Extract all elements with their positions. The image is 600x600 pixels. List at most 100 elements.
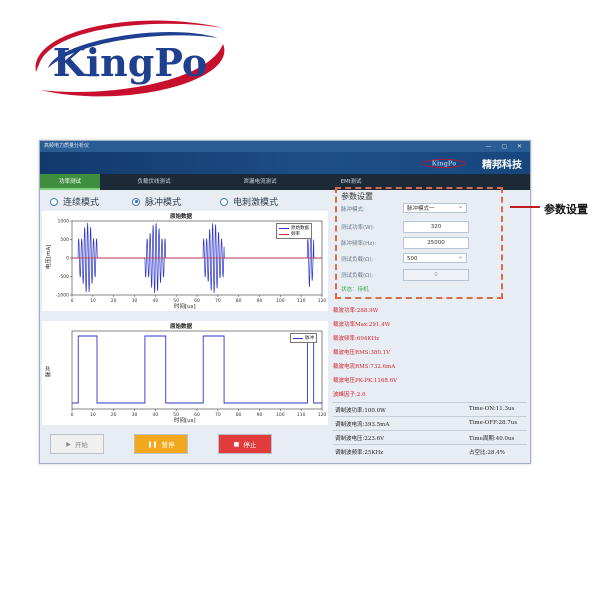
radio-icon xyxy=(50,197,58,206)
x-tick-label: 110 xyxy=(297,412,306,418)
param-row-test-power: 测试功率(W): 320 xyxy=(341,221,497,233)
mode-selector: 连续模式 脉冲模式 电刺激模式 xyxy=(40,195,332,209)
plot-area xyxy=(71,330,323,410)
x-tick-label: 20 xyxy=(111,412,117,418)
button-label: 暂停 xyxy=(161,441,175,449)
minimize-button[interactable]: — xyxy=(485,143,495,150)
pulse-plot: 0 10 20 30 40 50 60 70 80 90 100 110 120 xyxy=(71,330,327,418)
legend-label: 脉冲 xyxy=(305,336,314,341)
x-tick-label: 10 xyxy=(90,412,96,418)
x-tick-label: 100 xyxy=(276,298,285,304)
test-load-select[interactable]: 500 xyxy=(403,252,467,263)
tab-load-line-test[interactable]: 负载伏线测试 xyxy=(104,174,204,190)
chart-legend: 原始数据 频率 xyxy=(276,223,312,239)
pulse-mode-select[interactable]: 脉冲模式一 xyxy=(403,202,467,213)
y-tick-label: -500 xyxy=(59,274,69,280)
test-load-readonly-field: 0 xyxy=(403,269,469,281)
mode-electric-stim[interactable]: 电刺激模式 xyxy=(220,195,278,208)
legend-swatch xyxy=(279,233,289,235)
x-tick-label: 30 xyxy=(132,298,138,304)
result-carrier-voltage-pkpk: 载波电压PK-PK:1168.6V xyxy=(333,378,398,384)
kingpo-logo: KingPo xyxy=(35,20,225,97)
x-tick-label: 60 xyxy=(194,298,200,304)
mode-label: 脉冲模式 xyxy=(145,198,182,208)
result-carrier-power: 载波功率:288.9W xyxy=(333,308,379,314)
param-label: 测试负载(Ω): xyxy=(341,273,374,279)
x-tick-label: 40 xyxy=(152,298,158,304)
mod-duty-cycle: 占空比:28.4% xyxy=(469,450,505,456)
y-tick-label: 500 xyxy=(60,237,69,243)
title-bar: 高频电力质量分析仪 — ▢ ✕ xyxy=(40,141,530,152)
window-controls: — ▢ ✕ xyxy=(485,141,526,152)
tab-power-test[interactable]: 功率测试 xyxy=(40,174,100,190)
header-banner: KingPo 精邦科技 xyxy=(40,152,530,174)
svg-text:KingPo: KingPo xyxy=(432,161,456,168)
x-tick-label: 0 xyxy=(71,412,74,418)
radio-selected-icon xyxy=(132,197,140,206)
mod-current: 调制波电流:393.5mA xyxy=(335,422,390,428)
legend-swatch xyxy=(293,337,303,339)
divider xyxy=(333,416,527,417)
result-crest-factor: 波峰因子:2.6 xyxy=(333,392,366,398)
divider xyxy=(333,430,527,431)
y-tick-label: 0 xyxy=(66,256,69,262)
divider xyxy=(333,444,527,445)
result-carrier-frequency: 载波频率:694KHz xyxy=(333,336,380,342)
param-row-test-load-readonly: 测试负载(Ω): 0 xyxy=(341,269,497,281)
x-tick-label: 70 xyxy=(215,412,221,418)
x-tick-label: 120 xyxy=(318,412,327,418)
x-tick-label: 30 xyxy=(132,412,138,418)
mode-continuous[interactable]: 连续模式 xyxy=(50,195,99,208)
pulse-frequency-input[interactable]: 25000 xyxy=(403,237,469,249)
x-tick-label: 50 xyxy=(173,298,179,304)
result-carrier-voltage-rms: 载波电压RMS:380.1V xyxy=(333,350,391,356)
stop-button[interactable]: ■ 停止 xyxy=(218,434,272,454)
x-tick-label: 120 xyxy=(318,298,327,304)
test-power-input[interactable]: 320 xyxy=(403,221,469,233)
pause-button[interactable]: ❚❚ 暂停 xyxy=(134,434,188,454)
radio-icon xyxy=(220,197,228,206)
pulse-chart: 原始数据 脉冲 时间[us] 0 10 20 30 40 50 60 70 80 90 100 110… xyxy=(42,321,328,425)
x-tick-label: 80 xyxy=(236,412,242,418)
window-title: 高频电力质量分析仪 xyxy=(44,143,90,149)
pause-icon: ❚❚ xyxy=(147,440,158,448)
panel-title: 参数设置 xyxy=(341,192,373,201)
mode-pulse[interactable]: 脉冲模式 xyxy=(132,195,181,208)
x-tick-label: 80 xyxy=(236,298,242,304)
tab-leakage-test[interactable]: 泄漏电流测试 xyxy=(210,174,310,190)
waveform-chart: 原始数据 电压[mA] 时间[us] 0 10 20 30 40 50 60 70 80 90 10… xyxy=(42,211,328,311)
result-carrier-current-rms: 载波电流RMS:732.6mA xyxy=(333,364,396,370)
play-icon: ▶ xyxy=(66,440,71,448)
param-label: 测试功率(W): xyxy=(341,225,375,231)
close-button[interactable]: ✕ xyxy=(517,143,526,150)
chart-legend: 脉冲 xyxy=(290,333,317,343)
callout-line xyxy=(510,206,540,208)
y-tick-label: -1000 xyxy=(56,293,69,299)
legend-swatch xyxy=(279,227,289,229)
x-tick-label: 60 xyxy=(194,412,200,418)
brand-name: 精邦科技 xyxy=(482,160,522,171)
legend-label: 频率 xyxy=(291,232,300,237)
mod-frequency: 调制波频率:25KHz xyxy=(335,450,384,456)
button-label: 停止 xyxy=(243,441,257,449)
status-text: 状态：待机 xyxy=(341,287,369,293)
stop-icon: ■ xyxy=(233,440,240,448)
x-tick-label: 90 xyxy=(257,412,263,418)
x-tick-label: 100 xyxy=(276,412,285,418)
mini-logo: KingPo xyxy=(422,159,466,168)
button-label: 开始 xyxy=(74,441,88,449)
mod-voltage: 调制波电压:223.6V xyxy=(335,436,385,442)
parameter-settings-panel: 参数设置 脉冲模式: 脉冲模式一 测试功率(W): 320 脉冲频率(Hz): … xyxy=(335,187,503,299)
y-tick-label: 1000 xyxy=(58,219,70,225)
x-tick-label: 0 xyxy=(71,298,74,304)
x-tick-label: 10 xyxy=(90,298,96,304)
result-carrier-power-max: 载波功率Max:291.4W xyxy=(333,322,391,328)
x-tick-label: 90 xyxy=(257,298,263,304)
maximize-button[interactable]: ▢ xyxy=(501,143,511,150)
param-label: 脉冲频率(Hz): xyxy=(341,241,377,247)
param-row-pulse-freq: 脉冲频率(Hz): 25000 xyxy=(341,237,497,249)
start-button[interactable]: ▶ 开始 xyxy=(50,434,104,454)
x-tick-label: 110 xyxy=(297,298,306,304)
x-tick-label: 50 xyxy=(173,412,179,418)
svg-text:KingPo: KingPo xyxy=(53,40,208,85)
